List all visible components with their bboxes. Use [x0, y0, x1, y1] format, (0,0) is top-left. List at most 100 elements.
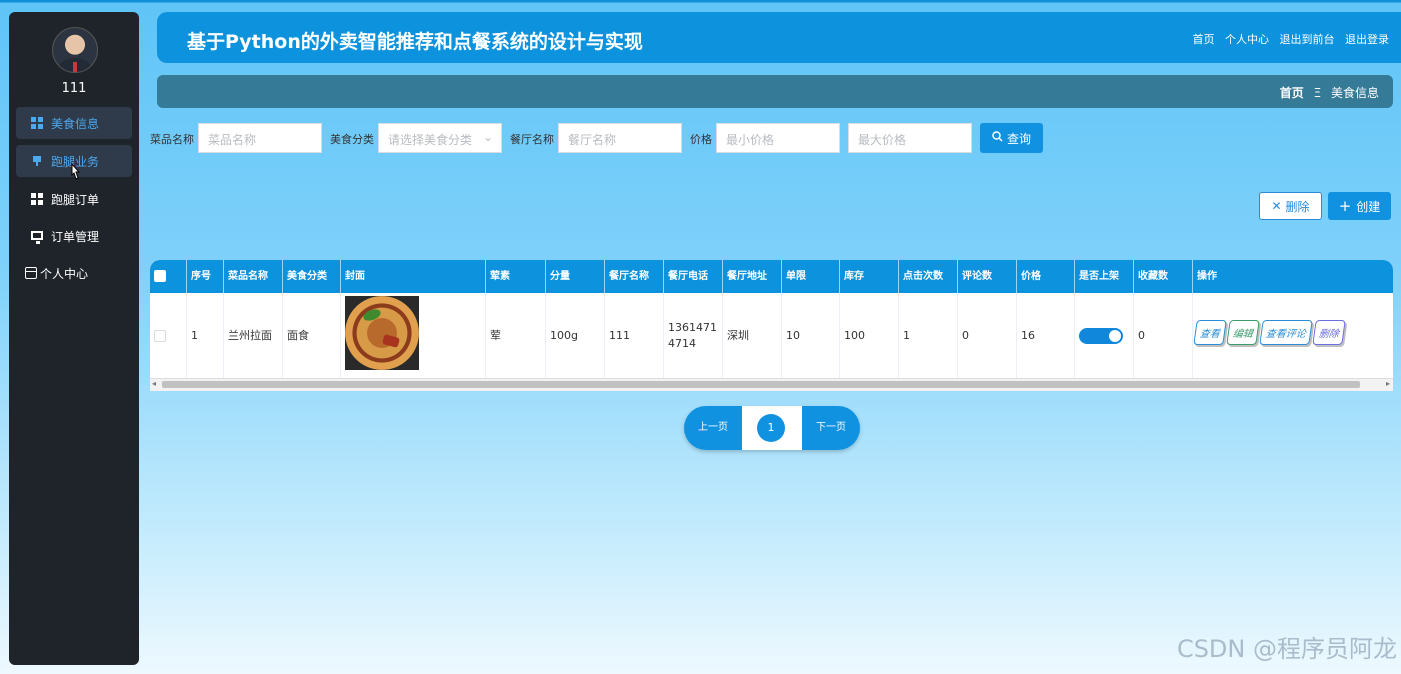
pin-icon — [31, 155, 43, 167]
cell-limit: 10 — [782, 293, 840, 378]
breadcrumb-current: 美食信息 — [1330, 86, 1379, 100]
link-home[interactable]: 首页 — [1193, 33, 1215, 46]
delete-button-label: 删除 — [1285, 199, 1310, 214]
cell-phone: 13614714714 — [664, 293, 723, 378]
restaurant-input[interactable]: 餐厅名称 — [558, 123, 682, 153]
cell-index: 1 — [187, 293, 224, 378]
col-header: 美食分类 — [283, 260, 341, 293]
col-header: 菜品名称 — [224, 260, 283, 293]
query-button-label: 查询 — [1006, 131, 1031, 146]
avatar[interactable] — [52, 27, 98, 73]
scroll-right-icon[interactable]: ▸ — [1386, 379, 1390, 388]
page-number-current[interactable]: 1 — [757, 414, 785, 442]
card-icon — [25, 267, 37, 279]
link-personal-center[interactable]: 个人中心 — [1225, 33, 1269, 46]
query-button[interactable]: 查询 — [980, 123, 1043, 153]
col-header: 餐厅名称 — [605, 260, 664, 293]
next-page-button[interactable]: 下一页 — [802, 406, 860, 450]
app-title: 基于Python的外卖智能推荐和点餐系统的设计与实现 — [187, 31, 643, 53]
cell-on-shelf — [1075, 293, 1134, 378]
view-comments-button[interactable]: 查看评论 — [1259, 320, 1313, 345]
edit-button[interactable]: 编辑 — [1226, 320, 1260, 345]
sidebar-item-personal-center[interactable]: 个人中心 — [9, 257, 125, 289]
sidebar-item-label: 订单管理 — [51, 229, 100, 244]
cell-type: 荤 — [486, 293, 546, 378]
col-header: 餐厅电话 — [664, 260, 723, 293]
page-numbers: 1 — [742, 406, 802, 450]
delete-button[interactable]: ✕ 删除 — [1259, 192, 1322, 220]
cell-comments: 0 — [958, 293, 1017, 378]
col-header: 荤素 — [486, 260, 546, 293]
col-header: 单限 — [782, 260, 840, 293]
category-label: 美食分类 — [330, 133, 374, 146]
sidebar: 111 美食信息 跑腿业务 跑腿订单 订单管理 个人中心 — [9, 12, 139, 665]
restaurant-label: 餐厅名称 — [510, 133, 554, 146]
select-all-checkbox[interactable] — [150, 260, 187, 293]
category-select[interactable]: 请选择美食分类 ⌄ — [378, 123, 502, 153]
col-header: 点击次数 — [899, 260, 958, 293]
min-price-input[interactable]: 最小价格 — [716, 123, 840, 153]
view-button[interactable]: 查看 — [1193, 320, 1227, 345]
table-header: 序号 菜品名称 美食分类 封面 荤素 分量 餐厅名称 餐厅电话 餐厅地址 单限 … — [150, 260, 1393, 293]
create-button-label: 创建 — [1356, 199, 1381, 214]
sidebar-item-label: 美食信息 — [51, 116, 100, 131]
sidebar-item-label: 跑腿订单 — [51, 192, 100, 207]
horizontal-scrollbar[interactable]: ◂ ▸ — [150, 378, 1393, 391]
sidebar-item-order-management[interactable]: 订单管理 — [16, 220, 132, 252]
watermark: CSDN @程序员阿龙 — [1176, 635, 1397, 663]
cell-category: 面食 — [283, 293, 341, 378]
search-icon — [992, 131, 1003, 145]
cell-price: 16 — [1017, 293, 1075, 378]
sidebar-item-food-info[interactable]: 美食信息 — [16, 107, 132, 139]
dish-name-input[interactable]: 菜品名称 — [198, 123, 322, 153]
col-header: 封面 — [341, 260, 486, 293]
cell-stock: 100 — [840, 293, 899, 378]
breadcrumb-home[interactable]: 首页 — [1280, 86, 1304, 100]
food-table: 序号 菜品名称 美食分类 封面 荤素 分量 餐厅名称 餐厅电话 餐厅地址 单限 … — [150, 260, 1393, 391]
category-placeholder: 请选择美食分类 — [388, 133, 473, 147]
row-actions: 查看 编辑 查看评论 删除 — [1193, 320, 1346, 345]
monitor-icon — [31, 230, 43, 244]
row-checkbox[interactable] — [150, 293, 187, 378]
col-header: 收藏数 — [1134, 260, 1193, 293]
breadcrumb-bar: 首页 Ξ 美食信息 — [157, 75, 1393, 108]
cell-address: 深圳 — [723, 293, 782, 378]
prev-page-button[interactable]: 上一页 — [684, 406, 742, 450]
scrollbar-thumb[interactable] — [162, 381, 1360, 388]
col-header: 分量 — [546, 260, 605, 293]
sidebar-item-label: 个人中心 — [40, 266, 89, 281]
max-price-input[interactable]: 最大价格 — [848, 123, 972, 153]
col-header: 价格 — [1017, 260, 1075, 293]
col-header: 库存 — [840, 260, 899, 293]
scroll-left-icon[interactable]: ◂ — [152, 379, 156, 388]
close-icon: ✕ — [1271, 199, 1282, 213]
cell-name: 兰州拉面 — [224, 293, 283, 378]
col-header: 是否上架 — [1075, 260, 1134, 293]
breadcrumb: 首页 Ξ 美食信息 — [1280, 84, 1379, 101]
plus-icon: + — [1338, 197, 1352, 215]
grid-icon — [31, 193, 43, 205]
food-cover-image — [345, 296, 419, 370]
pagination: 上一页 1 下一页 — [684, 406, 860, 450]
col-header: 评论数 — [958, 260, 1017, 293]
cell-portion: 100g — [546, 293, 605, 378]
dish-name-label: 菜品名称 — [150, 133, 194, 146]
create-button[interactable]: + 创建 — [1328, 192, 1391, 220]
chevron-down-icon: ⌄ — [482, 130, 493, 144]
link-logout[interactable]: 退出登录 — [1345, 33, 1389, 46]
cell-clicks: 1 — [899, 293, 958, 378]
cell-favorites: 0 — [1134, 293, 1193, 378]
sidebar-item-errand-orders[interactable]: 跑腿订单 — [16, 183, 132, 215]
link-exit-front[interactable]: 退出到前台 — [1280, 33, 1335, 46]
on-shelf-toggle[interactable] — [1079, 328, 1123, 344]
mouse-cursor-icon — [69, 162, 81, 185]
grid-icon — [31, 117, 43, 129]
breadcrumb-separator: Ξ — [1313, 86, 1322, 100]
price-label: 价格 — [690, 133, 712, 146]
col-header: 餐厅地址 — [723, 260, 782, 293]
row-delete-button[interactable]: 删除 — [1312, 320, 1346, 345]
col-header: 序号 — [187, 260, 224, 293]
cell-restaurant: 111 — [605, 293, 664, 378]
col-header: 操作 — [1197, 271, 1217, 282]
header-links: 首页 个人中心 退出到前台 退出登录 — [1186, 31, 1390, 47]
